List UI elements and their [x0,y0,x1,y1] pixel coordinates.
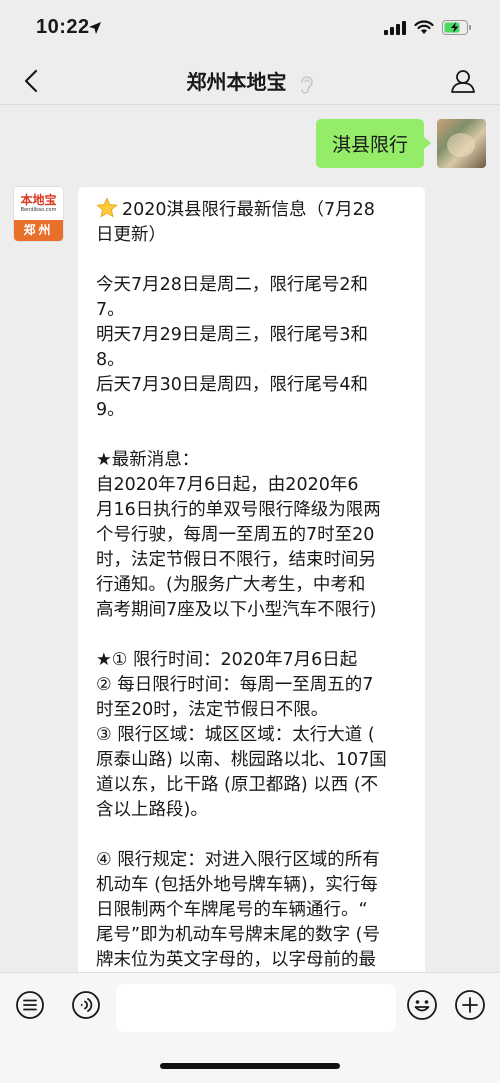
message-input[interactable] [116,984,396,1032]
chat-title-wrap: 郑州本地宝 [0,66,500,95]
message-line: 明天7月29日是周三，限行尾号3和 [96,325,369,345]
message-line: 9。 [96,400,125,420]
signal-icon [384,20,406,35]
battery-charging-icon [442,20,471,35]
voice-icon [72,991,100,1019]
ear-icon [301,75,314,94]
menu-list-icon [16,991,44,1019]
message-line: 8。 [96,350,125,370]
star-icon [96,197,118,218]
my-avatar[interactable] [437,119,486,168]
emoji-button[interactable] [404,987,440,1023]
message-line: 道以东，比干路 (原卫都路) 以西 (不 [96,775,379,795]
message-line-with-icon: 2020淇县限行最新信息（7月28 [96,197,407,223]
message-line: 后天7月30日是周四，限行尾号4和 [96,375,369,395]
account-avatar[interactable]: 本地宝 Bendibao.com 郑州 [14,187,63,241]
message-line: 尾号”即为机动车号牌末尾的数字 (号 [96,925,380,945]
message-paragraph: 今天7月28日是周二，限行尾号2和 7。明天7月29日是周三，限行尾号3和 8。后天… [96,273,407,423]
status-icons [384,20,472,35]
status-time: 10:22 [36,16,90,38]
status-bar: 10:22 [0,0,500,58]
message-line: 2020淇县限行最新信息（7月28 [122,200,375,220]
message-line: 时至20时，法定节假日不限。 [96,700,329,720]
menu-button[interactable] [12,987,48,1023]
plus-icon [455,990,485,1020]
account-logo: 本地宝 Bendibao.com [14,187,63,220]
more-button[interactable] [452,987,488,1023]
account-city-label: 郑州 [14,220,63,241]
message-paragraph: ④ 限行规定：对进入限行区域的所有 机动车 (包括外地号牌车辆)，实行每 日限制两个… [96,848,407,972]
message-line: 日限制两个车牌尾号的车辆通行。“ [96,900,368,920]
message-line: 高考期间7座及以下小型汽车不限行) [96,600,377,620]
message-line: ② 每日限行时间：每周一至周五的7 [96,675,374,695]
home-indicator [160,1063,340,1069]
voice-button[interactable] [68,987,104,1023]
message-line: 行通知。(为服务广大考生，中考和 [96,575,366,595]
sent-message-bubble[interactable]: 淇县限行 [315,119,432,168]
message-line: 自2020年7月6日起，由2020年6 [96,475,359,495]
person-icon [451,70,475,93]
received-message-bubble[interactable]: 2020淇县限行最新信息（7月28 日更新） 今天7月28日是周二，限行尾号2和 7。… [78,187,425,972]
message-line: ★最新消息： [96,450,200,470]
chat-area[interactable]: 淇县限行 本地宝 Bendibao.com 郑州 2020淇县限行最新信息（7月… [0,105,500,972]
wifi-icon [414,20,434,34]
message-line: ③ 限行区域：城区区域：太行大道 ( [96,725,375,745]
message-line: 今天7月28日是周二，限行尾号2和 [96,275,369,295]
message-line: 含以上路段)。 [96,800,208,820]
message-line: 月16日执行的单双号限行降级为限两 [96,500,381,520]
profile-button[interactable] [446,64,480,98]
message-line: 原泰山路) 以南、桃园路以北、107国 [96,750,387,770]
message-line: ★① 限行时间：2020年7月6日起 [96,650,358,670]
chat-title: 郑州本地宝 [186,70,287,94]
message-line: 机动车 (包括外地号牌车辆)，实行每 [96,875,378,895]
message-line: 日更新） [96,225,166,245]
chat-header: 郑州本地宝 [0,58,500,105]
location-arrow-icon [89,22,101,34]
emoji-icon [407,990,437,1020]
message-line: 7。 [96,300,125,320]
message-line: 个号行驶，每周一至周五的7时至20 [96,525,375,545]
message-paragraph: ★最新消息： 自2020年7月6日起，由2020年6 月16日执行的单双号限行降级为… [96,448,407,623]
message-line: 牌末位为英文字母的，以字母前的最 [96,950,376,970]
message-paragraph: 2020淇县限行最新信息（7月28 日更新） [96,197,407,248]
sent-message-text: 淇县限行 [331,134,408,156]
message-paragraph: ★① 限行时间：2020年7月6日起 ② 每日限行时间：每周一至周五的7 时至20时… [96,648,407,823]
message-line: 时，法定节假日不限行，结束时间另 [96,550,376,570]
message-line: ④ 限行规定：对进入限行区域的所有 [96,850,380,870]
